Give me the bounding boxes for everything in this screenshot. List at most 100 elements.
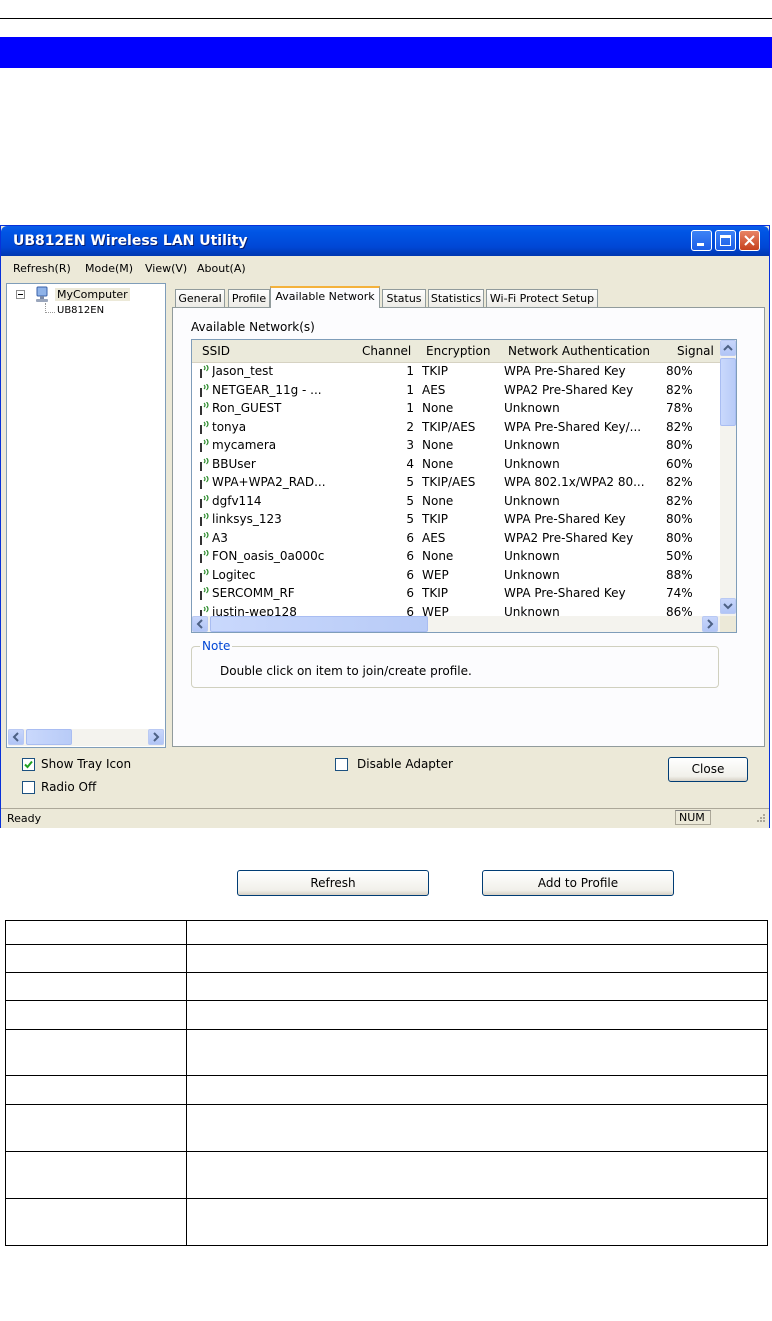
title-bar[interactable]: UB812EN Wireless LAN Utility — [1, 226, 769, 256]
table-cell-description — [186, 944, 768, 973]
network-row[interactable]: Logitec 6 WEP Unknown 88% — [192, 567, 720, 585]
list-header: SSID Channel Encryption Network Authenti… — [192, 340, 720, 363]
column-channel[interactable]: Channel — [362, 344, 411, 358]
scroll-down-button[interactable] — [720, 598, 736, 614]
cell-signal: 80% — [666, 438, 693, 452]
cell-channel: 6 — [406, 549, 414, 563]
scroll-right-button[interactable] — [702, 616, 718, 632]
cell-ssid: dgfv114 — [212, 493, 262, 508]
network-row[interactable]: A3 6 AES WPA2 Pre-Shared Key 80% — [192, 530, 720, 548]
cell-authentication: WPA Pre-Shared Key — [504, 364, 626, 378]
close-button[interactable]: Close — [668, 757, 748, 782]
cell-ssid: tonya — [212, 419, 247, 434]
menu-refresh[interactable]: Refresh(R) — [13, 262, 71, 275]
wireless-signal-icon — [200, 383, 209, 397]
table-row — [5, 1151, 768, 1199]
available-network-panel: Available Network(s) SSID Channel Encryp… — [172, 307, 765, 896]
network-row[interactable]: NETGEAR_11g - ... 1 AES WPA2 Pre-Shared Key… — [192, 382, 720, 400]
cell-signal: 82% — [666, 493, 693, 508]
scroll-right-button[interactable] — [148, 729, 164, 745]
menu-mode[interactable]: Mode(M) — [85, 262, 133, 275]
cell-ssid: Ron_GUEST — [212, 401, 282, 415]
cell-signal: 50% — [666, 549, 693, 563]
network-list[interactable]: SSID Channel Encryption Network Authenti… — [191, 339, 737, 633]
table-cell-description — [186, 1000, 768, 1030]
maximize-icon — [720, 235, 731, 246]
scroll-thumb[interactable] — [26, 729, 72, 745]
cell-signal: 60% — [666, 456, 693, 471]
table-cell-term — [5, 1104, 187, 1152]
tab-profile[interactable]: Profile — [228, 289, 270, 307]
column-signal[interactable]: Signal — [677, 344, 714, 358]
network-row[interactable]: Jason_test 1 TKIP WPA Pre-Shared Key 80% — [192, 363, 720, 381]
cell-authentication: Unknown — [504, 456, 560, 471]
tab-available-network[interactable]: Available Network — [270, 286, 380, 308]
cell-channel: 3 — [406, 438, 414, 452]
table-row — [5, 1029, 768, 1076]
cell-signal: 80% — [666, 364, 693, 378]
column-ssid[interactable]: SSID — [202, 344, 230, 358]
menu-view[interactable]: View(V) — [145, 262, 187, 275]
arrow-left-icon — [12, 732, 19, 742]
tab-statistics[interactable]: Statistics — [428, 289, 484, 307]
table-row — [5, 944, 768, 973]
tab-general[interactable]: General — [175, 289, 225, 307]
wireless-signal-icon — [200, 550, 209, 563]
maximize-button[interactable] — [715, 230, 736, 251]
table-cell-term — [5, 944, 187, 973]
tree-item-mycomputer[interactable]: MyComputer — [55, 288, 130, 301]
cell-ssid: A3 — [212, 530, 228, 545]
cell-encryption: None — [422, 549, 454, 563]
network-row[interactable]: linksys_123 5 TKIP WPA Pre-Shared Key 80% — [192, 511, 720, 529]
network-row[interactable]: tonya 2 TKIP/AES WPA Pre-Shared Key/... 82% — [192, 419, 720, 437]
network-row[interactable]: dgfv114 5 None Unknown 82% — [192, 493, 720, 511]
table-cell-description — [186, 1075, 768, 1105]
list-horizontal-scrollbar[interactable] — [192, 616, 720, 632]
table-cell-term — [5, 1029, 187, 1076]
network-row[interactable]: SERCOMM_RF 6 TKIP WPA Pre-Shared Key 74% — [192, 585, 720, 603]
cell-ssid: WPA+WPA2_RAD... — [212, 475, 326, 489]
close-window-button[interactable] — [739, 230, 760, 251]
table-row — [5, 1075, 768, 1105]
wireless-signal-icon — [200, 402, 209, 415]
tree-item-adapter[interactable]: UB812EN — [57, 305, 104, 316]
resize-grip-icon[interactable] — [753, 812, 766, 825]
menu-about[interactable]: About(A) — [197, 262, 246, 275]
cell-ssid: linksys_123 — [212, 512, 282, 526]
scroll-up-button[interactable] — [720, 340, 736, 356]
show-tray-icon-checkbox[interactable] — [22, 758, 35, 771]
table-cell-description — [186, 1151, 768, 1199]
collapse-icon[interactable] — [16, 290, 25, 299]
network-row[interactable]: Ron_GUEST 1 None Unknown 78% — [192, 400, 720, 418]
list-vertical-scrollbar[interactable] — [720, 340, 736, 616]
refresh-button[interactable]: Refresh — [237, 870, 429, 896]
wireless-signal-icon — [200, 513, 209, 526]
scroll-left-button[interactable] — [192, 616, 208, 632]
network-row[interactable]: WPA+WPA2_RAD... 5 TKIP/AES WPA 802.1x/WPA2 … — [192, 474, 720, 492]
status-bar: Ready NUM — [1, 808, 769, 828]
scroll-left-button[interactable] — [8, 729, 24, 745]
cell-channel: 6 — [406, 567, 414, 582]
column-encryption[interactable]: Encryption — [426, 344, 490, 358]
tree-scrollbar[interactable] — [8, 729, 164, 746]
radio-off-checkbox[interactable] — [22, 781, 35, 794]
network-row[interactable]: mycamera 3 None Unknown 80% — [192, 437, 720, 455]
tab-status[interactable]: Status — [382, 289, 426, 307]
column-authentication[interactable]: Network Authentication — [508, 344, 650, 358]
network-row[interactable]: FON_oasis_0a000c 6 None Unknown 50% — [192, 548, 720, 566]
available-networks-heading: Available Network(s) — [191, 320, 315, 334]
add-to-profile-button[interactable]: Add to Profile — [482, 870, 674, 896]
scroll-thumb[interactable] — [720, 358, 736, 426]
disable-adapter-checkbox[interactable] — [335, 758, 348, 771]
arrow-down-icon — [723, 603, 733, 610]
cell-channel: 1 — [406, 401, 414, 415]
network-row[interactable]: BBUser 4 None Unknown 60% — [192, 456, 720, 474]
tab-wifi-protect-setup[interactable]: Wi-Fi Protect Setup — [486, 289, 598, 307]
scroll-thumb[interactable] — [210, 616, 428, 632]
cell-signal: 82% — [666, 419, 693, 434]
device-tree: MyComputer UB812EN — [6, 283, 166, 748]
wireless-signal-icon — [200, 476, 209, 489]
table-cell-description — [186, 1104, 768, 1152]
cell-encryption: AES — [422, 382, 446, 397]
minimize-button[interactable] — [691, 230, 712, 251]
